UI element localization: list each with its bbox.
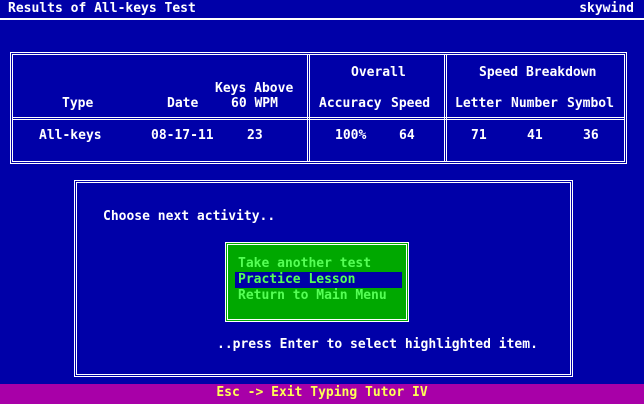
title-bar: Results of All-keys Test skywind — [0, 0, 644, 20]
row-divider — [13, 117, 624, 120]
activity-menu: Take another test Practice Lesson Return… — [225, 242, 409, 322]
cell-keys-above: 23 — [247, 128, 263, 143]
dialog-hint: ..press Enter to select highlighted item… — [217, 337, 538, 352]
header-date: Date — [167, 96, 199, 111]
header-number: Number — [511, 96, 558, 111]
status-bar: Esc -> Exit Typing Tutor IV — [0, 384, 644, 404]
header-accuracy: Accuracy — [319, 96, 382, 111]
cell-date: 08-17-11 — [151, 128, 214, 143]
header-speed-breakdown: Speed Breakdown — [479, 65, 597, 80]
results-table: Type Date Keys Above 60 WPM Overall Accu… — [10, 52, 627, 164]
header-speed: Speed — [391, 96, 431, 111]
menu-item-practice-lesson[interactable]: Practice Lesson — [235, 272, 402, 288]
window-title: Results of All-keys Test — [8, 1, 196, 16]
dialog-prompt: Choose next activity.. — [103, 209, 276, 224]
cell-speed: 64 — [399, 128, 415, 143]
column-divider — [444, 55, 447, 161]
cell-number: 41 — [527, 128, 543, 143]
cell-letter: 71 — [471, 128, 487, 143]
header-overall: Overall — [351, 65, 406, 80]
exit-hint[interactable]: Esc -> Exit Typing Tutor IV — [216, 385, 427, 400]
cell-type: All-keys — [39, 128, 102, 143]
header-keys-above: Keys Above — [215, 81, 294, 96]
header-type: Type — [62, 96, 94, 111]
column-divider — [307, 55, 310, 161]
header-symbol: Symbol — [567, 96, 614, 111]
next-activity-dialog: Choose next activity.. Take another test… — [74, 180, 573, 377]
cell-accuracy: 100% — [335, 128, 367, 143]
user-name: skywind — [579, 1, 634, 16]
header-60-wpm: 60 WPM — [231, 96, 278, 111]
menu-item-return-to-main-menu[interactable]: Return to Main Menu — [235, 288, 391, 304]
header-letter: Letter — [455, 96, 502, 111]
menu-item-take-another-test[interactable]: Take another test — [235, 256, 375, 272]
cell-symbol: 36 — [583, 128, 599, 143]
